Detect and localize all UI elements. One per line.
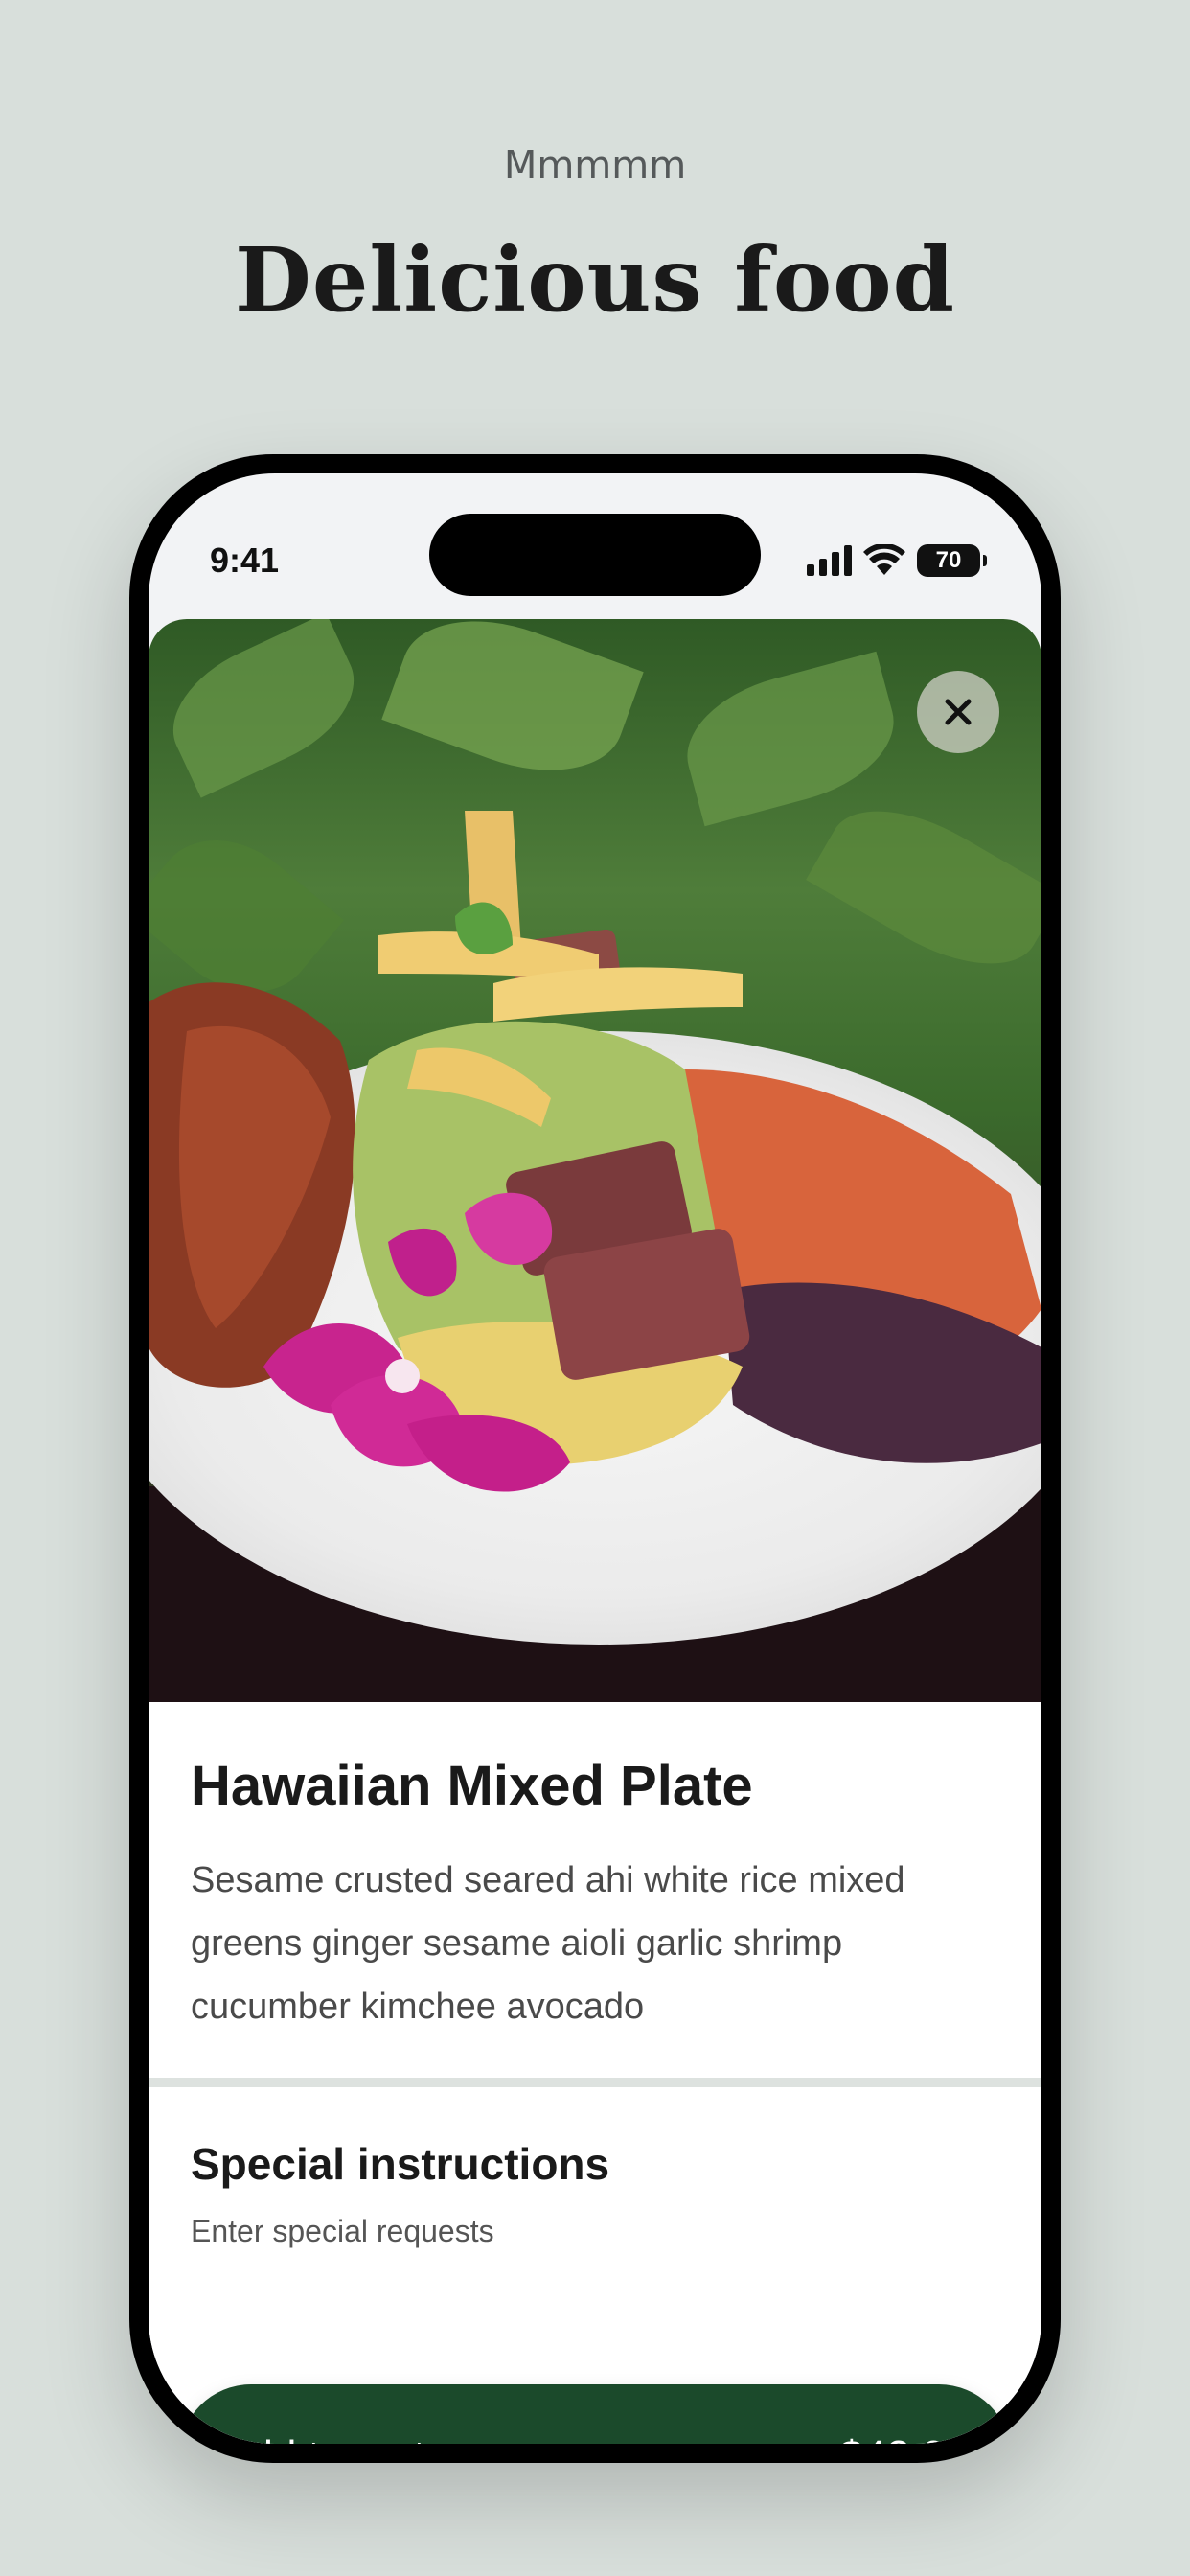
battery-icon: 70 (917, 544, 987, 577)
status-time: 9:41 (210, 540, 280, 580)
wifi-icon (863, 544, 905, 575)
item-info: Hawaiian Mixed Plate Sesame crusted sear… (149, 1702, 1041, 2038)
item-detail-sheet: Hawaiian Mixed Plate Sesame crusted sear… (149, 619, 1041, 2444)
page-eyebrow: Mmmmm (503, 144, 687, 188)
item-title: Hawaiian Mixed Plate (191, 1755, 753, 1817)
add-to-cart-label: Add to cart (221, 2432, 425, 2444)
page-title: Delicious food (235, 228, 955, 332)
phone-screen: 9:41 70 Hawaiian Mixed Plate Sesame crus… (149, 473, 1041, 2444)
dynamic-island (429, 514, 761, 596)
signal-icon (807, 545, 852, 576)
special-instructions-heading: Special instructions (191, 2139, 610, 2189)
close-button[interactable] (917, 671, 999, 753)
status-icons: 70 (807, 544, 987, 577)
close-icon (945, 699, 972, 725)
item-description: Sesame crusted seared ahi white rice mix… (191, 1860, 905, 2027)
special-instructions-input[interactable] (191, 2214, 999, 2249)
add-to-cart-button[interactable]: Add to cart $42.00 (179, 2384, 1011, 2444)
section-divider (149, 2078, 1041, 2087)
cart-price: $42.00 (839, 2432, 969, 2444)
item-image (149, 619, 1041, 1702)
food-illustration (149, 811, 1041, 1492)
phone-frame: 9:41 70 Hawaiian Mixed Plate Sesame crus… (129, 454, 1061, 2463)
